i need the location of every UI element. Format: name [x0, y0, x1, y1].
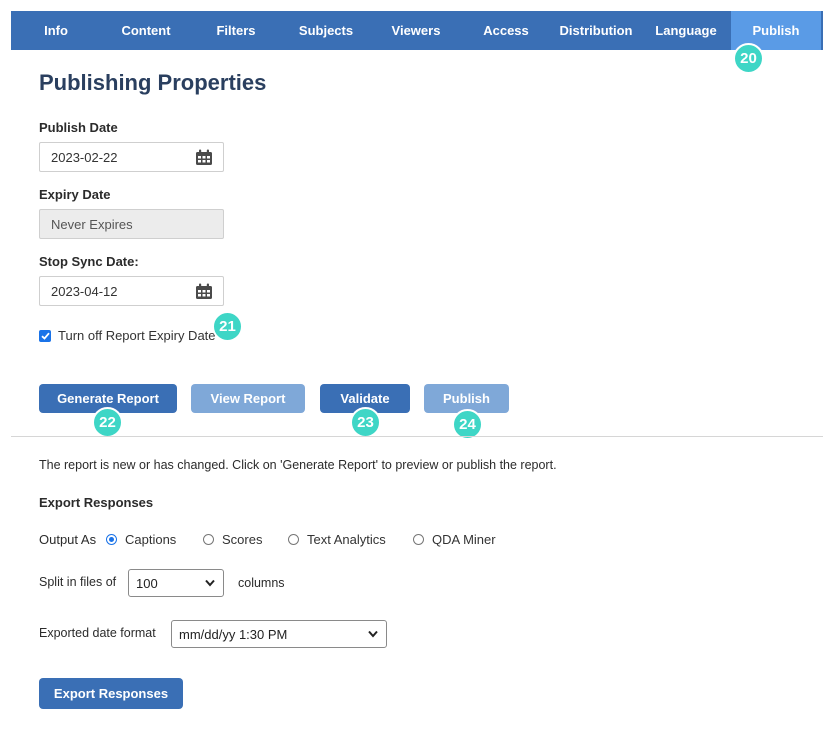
radio-scores[interactable]	[203, 534, 214, 545]
export-responses-heading: Export Responses	[39, 495, 154, 510]
columns-label: columns	[238, 576, 285, 590]
stop-sync-date-label: Stop Sync Date:	[39, 254, 139, 269]
output-option-captions[interactable]: Captions	[106, 532, 176, 547]
split-files-value: 100	[136, 575, 158, 591]
step-badge-23: 23	[350, 407, 381, 438]
view-report-button[interactable]: View Report	[191, 384, 305, 413]
output-option-label: Scores	[222, 532, 263, 547]
output-option-label: Text Analytics	[307, 532, 386, 547]
publish-date-field[interactable]: 2023-02-22	[39, 142, 224, 172]
expiry-date-label: Expiry Date	[39, 187, 111, 202]
output-option-label: QDA Miner	[432, 532, 496, 547]
status-message: The report is new or has changed. Click …	[39, 458, 557, 472]
step-badge-20: 20	[733, 43, 764, 74]
step-badge-21: 21	[212, 311, 243, 342]
stop-sync-date-field[interactable]: 2023-04-12	[39, 276, 224, 306]
chevron-down-icon	[368, 630, 378, 638]
output-option-label: Captions	[125, 532, 177, 547]
tab-bar: Info Content Filters Subjects Viewers Ac…	[11, 11, 823, 50]
radio-text-analytics[interactable]	[288, 534, 299, 545]
turn-off-expiry-checkbox[interactable]	[39, 329, 51, 342]
tab-subjects[interactable]: Subjects	[281, 11, 371, 50]
radio-captions[interactable]	[106, 534, 117, 545]
expiry-date-field: Never Expires	[39, 209, 224, 239]
output-option-qda-miner[interactable]: QDA Miner	[413, 532, 496, 547]
tab-viewers[interactable]: Viewers	[371, 11, 461, 50]
tab-filters[interactable]: Filters	[191, 11, 281, 50]
output-as-label: Output As	[39, 532, 97, 547]
publish-date-label: Publish Date	[39, 120, 118, 135]
turn-off-expiry-label: Turn off Report Expiry Date	[58, 328, 216, 343]
split-files-label: Split in files of	[39, 575, 117, 589]
publish-date-value: 2023-02-22	[51, 149, 118, 165]
check-icon	[40, 332, 50, 340]
calendar-icon[interactable]	[195, 283, 213, 300]
radio-qda-miner[interactable]	[413, 534, 424, 545]
expiry-date-value: Never Expires	[51, 216, 133, 232]
date-format-select[interactable]: mm/dd/yy 1:30 PM	[171, 620, 387, 648]
tab-language[interactable]: Language	[641, 11, 731, 50]
calendar-icon[interactable]	[195, 149, 213, 166]
chevron-down-icon	[205, 579, 215, 587]
output-option-text-analytics[interactable]: Text Analytics	[288, 532, 386, 547]
section-divider	[11, 436, 823, 437]
date-format-label: Exported date format	[39, 626, 156, 640]
split-files-select[interactable]: 100	[128, 569, 224, 597]
tab-distribution[interactable]: Distribution	[551, 11, 641, 50]
stop-sync-date-value: 2023-04-12	[51, 283, 118, 299]
tab-access[interactable]: Access	[461, 11, 551, 50]
turn-off-expiry-option[interactable]: Turn off Report Expiry Date	[39, 328, 216, 343]
step-badge-22: 22	[92, 407, 123, 438]
output-option-scores[interactable]: Scores	[203, 532, 262, 547]
date-format-value: mm/dd/yy 1:30 PM	[179, 626, 288, 642]
tab-content[interactable]: Content	[101, 11, 191, 50]
page-title: Publishing Properties	[39, 70, 267, 95]
export-responses-button[interactable]: Export Responses	[39, 678, 183, 709]
tab-info[interactable]: Info	[11, 11, 101, 50]
